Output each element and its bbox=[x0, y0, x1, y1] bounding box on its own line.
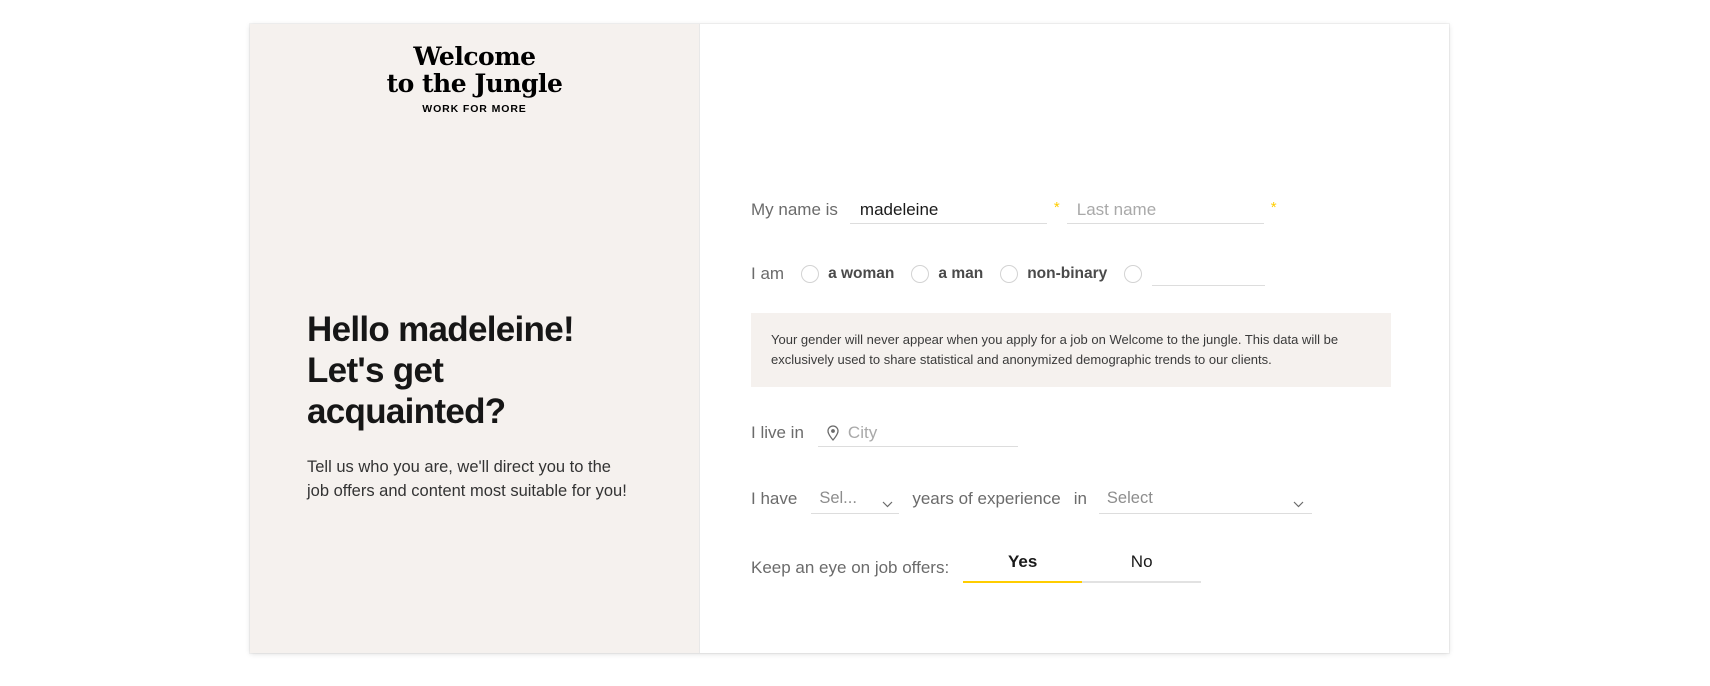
left-branding-panel: Welcome to the Jungle WORK FOR MORE Hell… bbox=[250, 24, 699, 653]
privacy-info-text: Your gender will never appear when you a… bbox=[771, 332, 1339, 367]
experience-in-label: in bbox=[1073, 489, 1087, 508]
experience-field-select[interactable]: Select bbox=[1098, 484, 1312, 514]
gender-option-woman-label: a woman bbox=[828, 265, 895, 282]
logo-line-1: Welcome bbox=[413, 42, 536, 71]
city-placeholder: City bbox=[847, 422, 878, 442]
name-label: My name is bbox=[751, 199, 838, 219]
radio-icon[interactable] bbox=[1000, 265, 1019, 283]
gender-option-nonbinary[interactable]: non-binary bbox=[1000, 265, 1107, 283]
gender-other-input[interactable] bbox=[1152, 262, 1266, 286]
logo-line-2: to the Jungle bbox=[386, 69, 563, 98]
logo-tagline: WORK FOR MORE bbox=[422, 103, 527, 115]
gender-option-man-label: a man bbox=[938, 265, 984, 282]
privacy-info-box: Your gender will never appear when you a… bbox=[751, 313, 1391, 387]
radio-icon[interactable] bbox=[801, 265, 820, 283]
page-title: Hello madeleine! Let's get acquainted? bbox=[307, 310, 575, 431]
page-root: Welcome to the Jungle WORK FOR MORE Hell… bbox=[0, 0, 1710, 686]
job-offers-label: Keep an eye on job offers: bbox=[751, 557, 950, 577]
radio-icon[interactable] bbox=[1124, 265, 1143, 283]
right-form-panel: My name is madeleine * Last name * I am bbox=[699, 24, 1449, 653]
job-offers-row: Keep an eye on job offers: Yes No bbox=[751, 552, 1391, 583]
city-input[interactable]: City bbox=[817, 419, 1018, 447]
gender-option-nonbinary-label: non-binary bbox=[1027, 265, 1108, 282]
years-of-experience-select[interactable]: Sel... bbox=[811, 484, 900, 514]
gender-label: I am bbox=[751, 264, 785, 283]
experience-row: I have Sel... years of experience in Sel… bbox=[751, 484, 1391, 514]
experience-middle-label: years of experience bbox=[912, 489, 1061, 508]
city-label: I live in bbox=[751, 423, 804, 442]
last-name-input[interactable]: Last name bbox=[1066, 196, 1264, 224]
chevron-down-icon bbox=[1293, 495, 1304, 508]
brand-logo: Welcome to the Jungle WORK FOR MORE bbox=[250, 44, 699, 115]
experience-label: I have bbox=[751, 489, 798, 508]
first-name-value: madeleine bbox=[859, 199, 939, 219]
gender-option-man[interactable]: a man bbox=[911, 265, 983, 283]
last-name-placeholder: Last name bbox=[1076, 199, 1157, 219]
gender-option-other[interactable] bbox=[1124, 262, 1266, 286]
first-name-input[interactable]: madeleine bbox=[849, 196, 1047, 224]
last-name-required-icon: * bbox=[1270, 199, 1277, 216]
gender-option-woman[interactable]: a woman bbox=[801, 265, 894, 283]
name-row: My name is madeleine * Last name * bbox=[751, 196, 1391, 224]
job-offers-no-option[interactable]: No bbox=[1082, 552, 1202, 583]
city-row: I live in City bbox=[751, 419, 1391, 447]
years-select-value: Sel... bbox=[819, 489, 857, 507]
location-pin-icon bbox=[826, 424, 840, 441]
page-subtitle: Tell us who you are, we'll direct you to… bbox=[307, 457, 627, 500]
gender-row: I am a woman a man non-binary bbox=[751, 262, 1391, 286]
experience-field-value: Select bbox=[1106, 489, 1153, 507]
onboarding-modal: Welcome to the Jungle WORK FOR MORE Hell… bbox=[250, 24, 1449, 653]
profile-form: My name is madeleine * Last name * I am bbox=[751, 196, 1391, 583]
left-copy: Hello madeleine! Let's get acquainted? T… bbox=[307, 310, 657, 504]
chevron-down-icon bbox=[882, 495, 893, 508]
job-offers-yes-option[interactable]: Yes bbox=[963, 552, 1083, 583]
first-name-required-icon: * bbox=[1053, 199, 1060, 216]
radio-icon[interactable] bbox=[911, 265, 930, 283]
job-offers-toggle: Yes No bbox=[963, 552, 1202, 583]
